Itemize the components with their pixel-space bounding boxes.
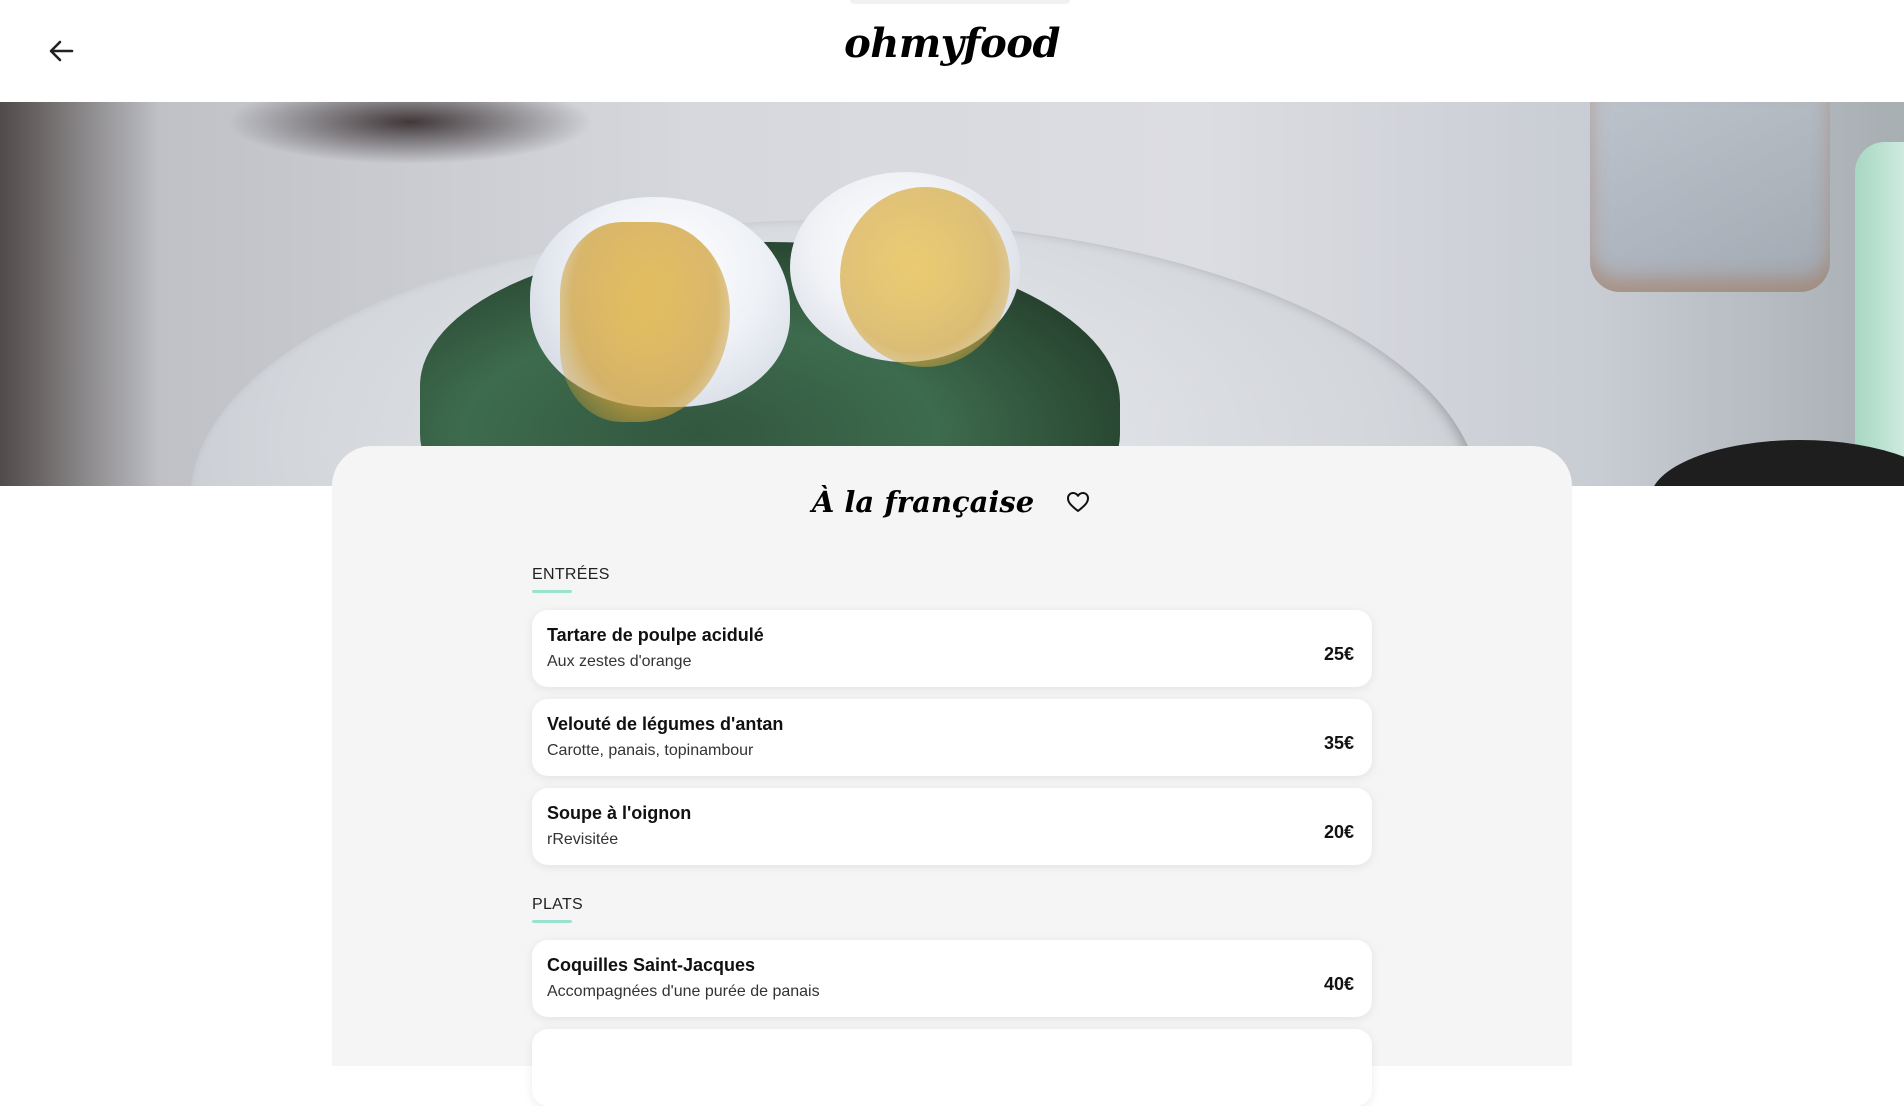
restaurant-title: À la française (811, 485, 1035, 519)
dish-price: 25€ (1323, 644, 1354, 664)
dish-card[interactable]: Tartare de poulpe acidulé Aux zestes d'o… (532, 610, 1372, 687)
dish-description: Aux zestes d'orange (547, 653, 692, 670)
dish-name: Tartare de poulpe acidulé (547, 625, 764, 645)
restaurant-title-row: À la française (332, 482, 1572, 522)
sauce-shape (840, 187, 1010, 367)
dish-card[interactable]: Soupe à l'oignon rRevisitée 20€ (532, 788, 1372, 865)
top-bar: ohmyfood (0, 0, 1904, 102)
dish-card[interactable]: Velouté de légumes d'antan Carotte, pana… (532, 699, 1372, 776)
like-button[interactable] (1064, 489, 1092, 515)
section-plats: PLATS (532, 896, 1372, 923)
bowl-shape (1650, 440, 1904, 486)
dish-card[interactable]: Coquilles Saint-Jacques Accompagnées d'u… (532, 940, 1372, 1017)
hero-image (0, 102, 1904, 486)
dish-description: Carotte, panais, topinambour (547, 742, 754, 759)
glass-shape (1590, 102, 1830, 292)
dish-name: Velouté de légumes d'antan (547, 714, 784, 734)
section-underline (532, 590, 572, 593)
brand-logo[interactable]: ohmyfood (0, 20, 1904, 67)
dish-price: 35€ (1323, 733, 1354, 753)
dish-name: Coquilles Saint-Jacques (547, 955, 756, 975)
dish-name: Soupe à l'oignon (547, 803, 692, 823)
section-heading: ENTRÉES (532, 566, 610, 583)
heart-outline-icon (1067, 492, 1090, 512)
menu-card: À la française ENTRÉES Tartare de poulpe… (332, 446, 1572, 1106)
section-underline (532, 920, 572, 923)
dish-price: 40€ (1323, 974, 1354, 994)
dish-price: 20€ (1323, 822, 1354, 842)
top-tab-decoration (850, 0, 1070, 4)
dish-description: Accompagnées d'une purée de panais (547, 983, 820, 1000)
dish-description: rRevisitée (547, 831, 619, 848)
section-heading: PLATS (532, 896, 583, 913)
section-entrees: ENTRÉES (532, 566, 1372, 593)
glass-shape (1855, 142, 1904, 482)
dish-card[interactable] (532, 1029, 1372, 1106)
